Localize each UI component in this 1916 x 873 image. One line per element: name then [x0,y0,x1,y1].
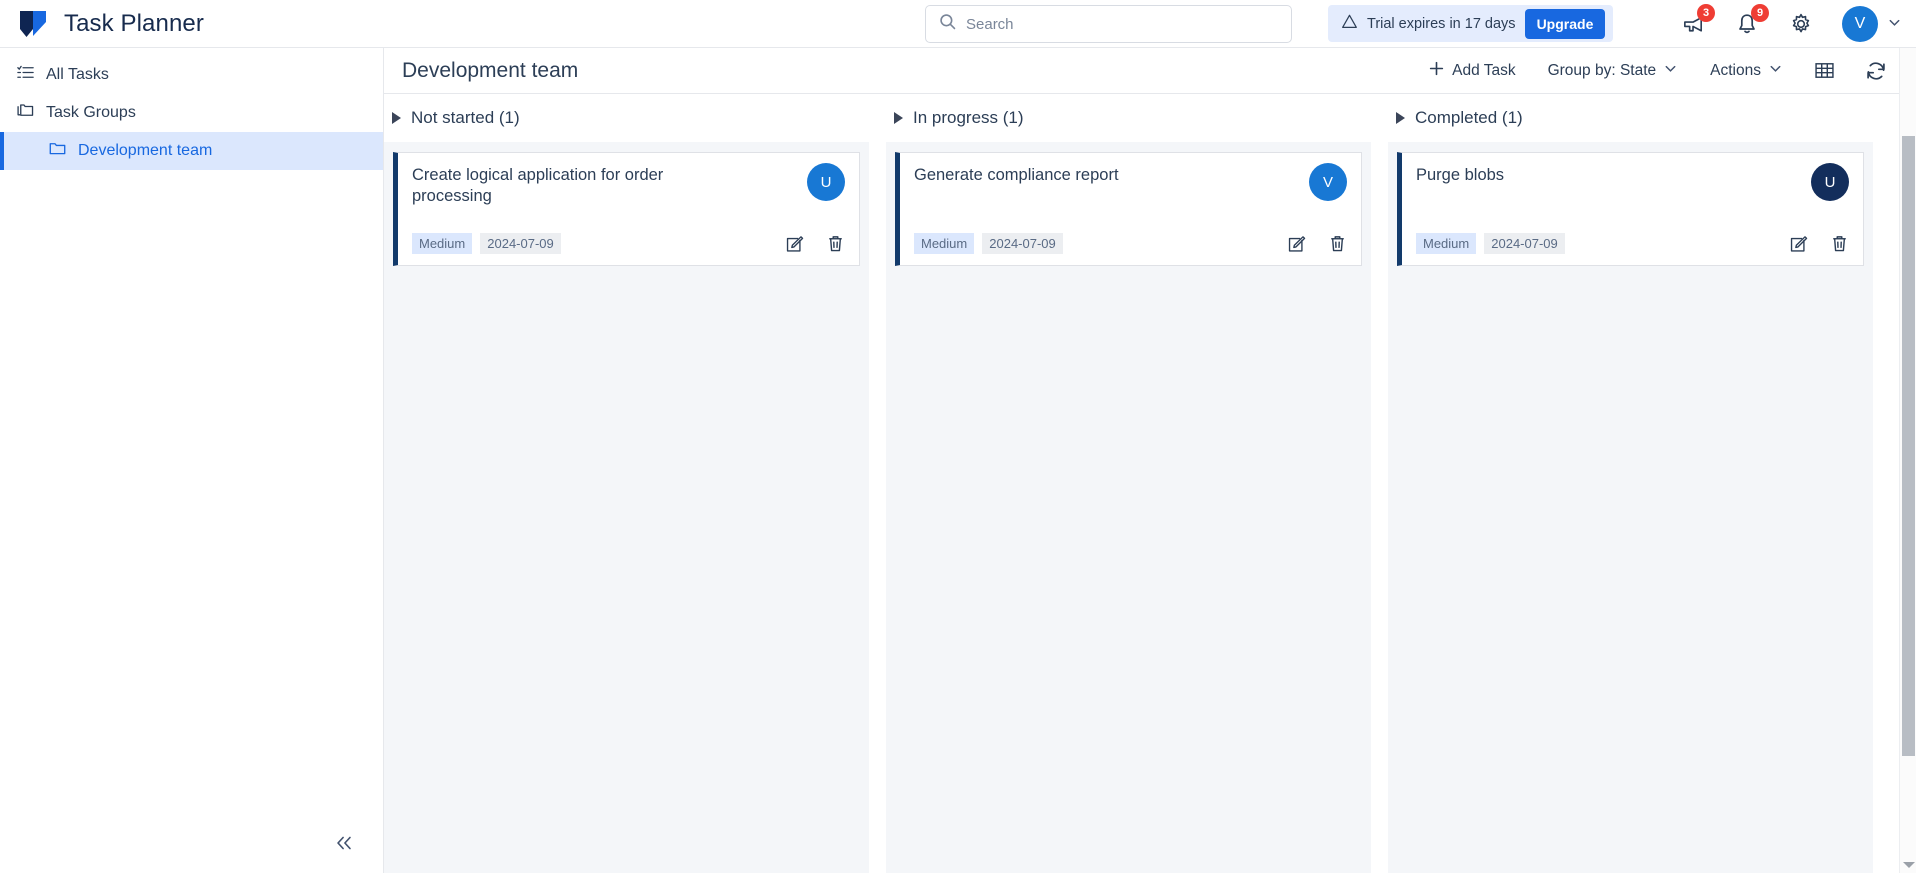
trial-banner: Trial expires in 17 days Upgrade [1328,5,1614,42]
edit-pencil-icon[interactable] [1789,234,1809,254]
search-icon [939,13,956,35]
priority-badge: Medium [1416,233,1477,254]
card-actions [1287,234,1347,254]
trash-icon[interactable] [1830,234,1849,253]
card-actions [1789,234,1849,254]
bell-icon[interactable]: 9 [1734,4,1769,37]
edit-pencil-icon[interactable] [1287,234,1307,254]
board-column-completed: Completed (1) Purge blobs U Medium 2024-… [1388,94,1873,873]
megaphone-badge: 3 [1697,4,1715,22]
task-card[interactable]: Purge blobs U Medium 2024-07-09 [1397,152,1864,266]
folder-icon [48,139,67,163]
card-title: Generate compliance report [914,166,1119,184]
search-box[interactable] [925,5,1292,43]
avatar[interactable]: U [1811,163,1849,201]
sidebar-item-label: Task Groups [46,104,136,121]
list-icon [16,63,35,87]
priority-badge: Medium [914,233,975,254]
avatar[interactable]: U [807,163,845,201]
column-header: Completed (1) [1388,94,1873,142]
actions-label: Actions [1710,61,1761,79]
column-body: Generate compliance report V Medium 2024… [886,142,1371,873]
sidebar-item-all-tasks[interactable]: All Tasks [0,56,383,94]
chevron-down-icon [1768,61,1783,81]
sidebar-item-label: Development team [78,142,213,159]
group-by-label: Group by: State [1547,61,1657,79]
plus-icon [1428,60,1445,82]
scroll-down-arrow-icon[interactable] [1903,862,1915,868]
trial-text: Trial expires in 17 days [1367,15,1516,32]
bell-badge: 9 [1751,4,1769,22]
add-task-label: Add Task [1452,61,1516,79]
search-input[interactable] [966,15,1278,33]
scrollbar-thumb[interactable] [1902,136,1915,756]
collapse-triangle-icon[interactable] [894,112,903,124]
top-icon-group: 3 9 V [1680,0,1902,48]
card-actions [785,234,845,254]
folders-icon [16,101,35,125]
board-column-in-progress: In progress (1) Generate compliance repo… [886,94,1371,873]
edit-pencil-icon[interactable] [785,234,805,254]
due-date: 2024-07-09 [1484,233,1565,254]
kanban-board: Not started (1) Create logical applicati… [384,94,1916,873]
refresh-sync-icon[interactable] [1850,59,1902,83]
trash-icon[interactable] [826,234,845,253]
card-footer: Medium 2024-07-09 [1416,233,1849,265]
collapse-triangle-icon[interactable] [392,112,401,124]
main-area: Development team Add Task Group by: Stat… [384,48,1916,873]
account-menu[interactable]: V [1842,6,1902,42]
avatar[interactable]: V [1309,163,1347,201]
due-date: 2024-07-09 [982,233,1063,254]
body: All Tasks Task Groups Development team D… [0,48,1916,873]
collapse-triangle-icon[interactable] [1396,112,1405,124]
column-body: Purge blobs U Medium 2024-07-09 [1388,142,1873,873]
gear-icon[interactable] [1788,11,1814,37]
column-header: In progress (1) [886,94,1371,142]
column-header: Not started (1) [384,94,869,142]
page-title: Development team [402,58,579,82]
due-date: 2024-07-09 [480,233,561,254]
column-body: Create logical application for order pro… [384,142,869,873]
actions-dropdown-button[interactable]: Actions [1694,48,1799,94]
sidebar-collapse-button[interactable] [333,833,355,857]
column-title: In progress (1) [913,108,1024,127]
sidebar-item-label: All Tasks [46,66,109,83]
avatar[interactable]: V [1842,6,1878,42]
card-title: Create logical application for order pro… [412,166,664,205]
app-title: Task Planner [64,9,204,37]
toolbar-actions: Add Task Group by: State Actions [1412,48,1902,94]
add-task-button[interactable]: Add Task [1412,48,1531,94]
sidebar: All Tasks Task Groups Development team [0,48,384,873]
table-grid-icon[interactable] [1799,59,1850,82]
card-title: Purge blobs [1416,166,1505,184]
planner-logo-icon [16,7,50,41]
sidebar-item-task-groups[interactable]: Task Groups [0,94,383,132]
card-header: Purge blobs U [1416,163,1849,201]
chevron-down-icon[interactable] [1887,15,1902,33]
megaphone-icon[interactable]: 3 [1680,4,1715,37]
card-header: Create logical application for order pro… [412,163,845,207]
trash-icon[interactable] [1328,234,1347,253]
upgrade-button[interactable]: Upgrade [1524,8,1606,39]
vertical-scrollbar[interactable] [1899,48,1916,873]
card-header: Generate compliance report V [914,163,1347,201]
chevron-down-icon [1663,61,1678,81]
task-card[interactable]: Generate compliance report V Medium 2024… [895,152,1362,266]
warning-triangle-icon [1341,13,1358,35]
column-title: Completed (1) [1415,108,1523,127]
sidebar-item-development-team[interactable]: Development team [0,132,383,170]
column-title: Not started (1) [411,108,520,127]
top-bar: Task Planner Trial expires in 17 days Up… [0,0,1916,48]
card-footer: Medium 2024-07-09 [412,233,845,265]
board-column-not-started: Not started (1) Create logical applicati… [384,94,869,873]
group-by-dropdown[interactable]: Group by: State [1532,48,1695,94]
priority-badge: Medium [412,233,473,254]
board-toolbar: Development team Add Task Group by: Stat… [384,48,1916,94]
task-card[interactable]: Create logical application for order pro… [393,152,860,266]
card-footer: Medium 2024-07-09 [914,233,1347,265]
brand: Task Planner [0,7,204,41]
